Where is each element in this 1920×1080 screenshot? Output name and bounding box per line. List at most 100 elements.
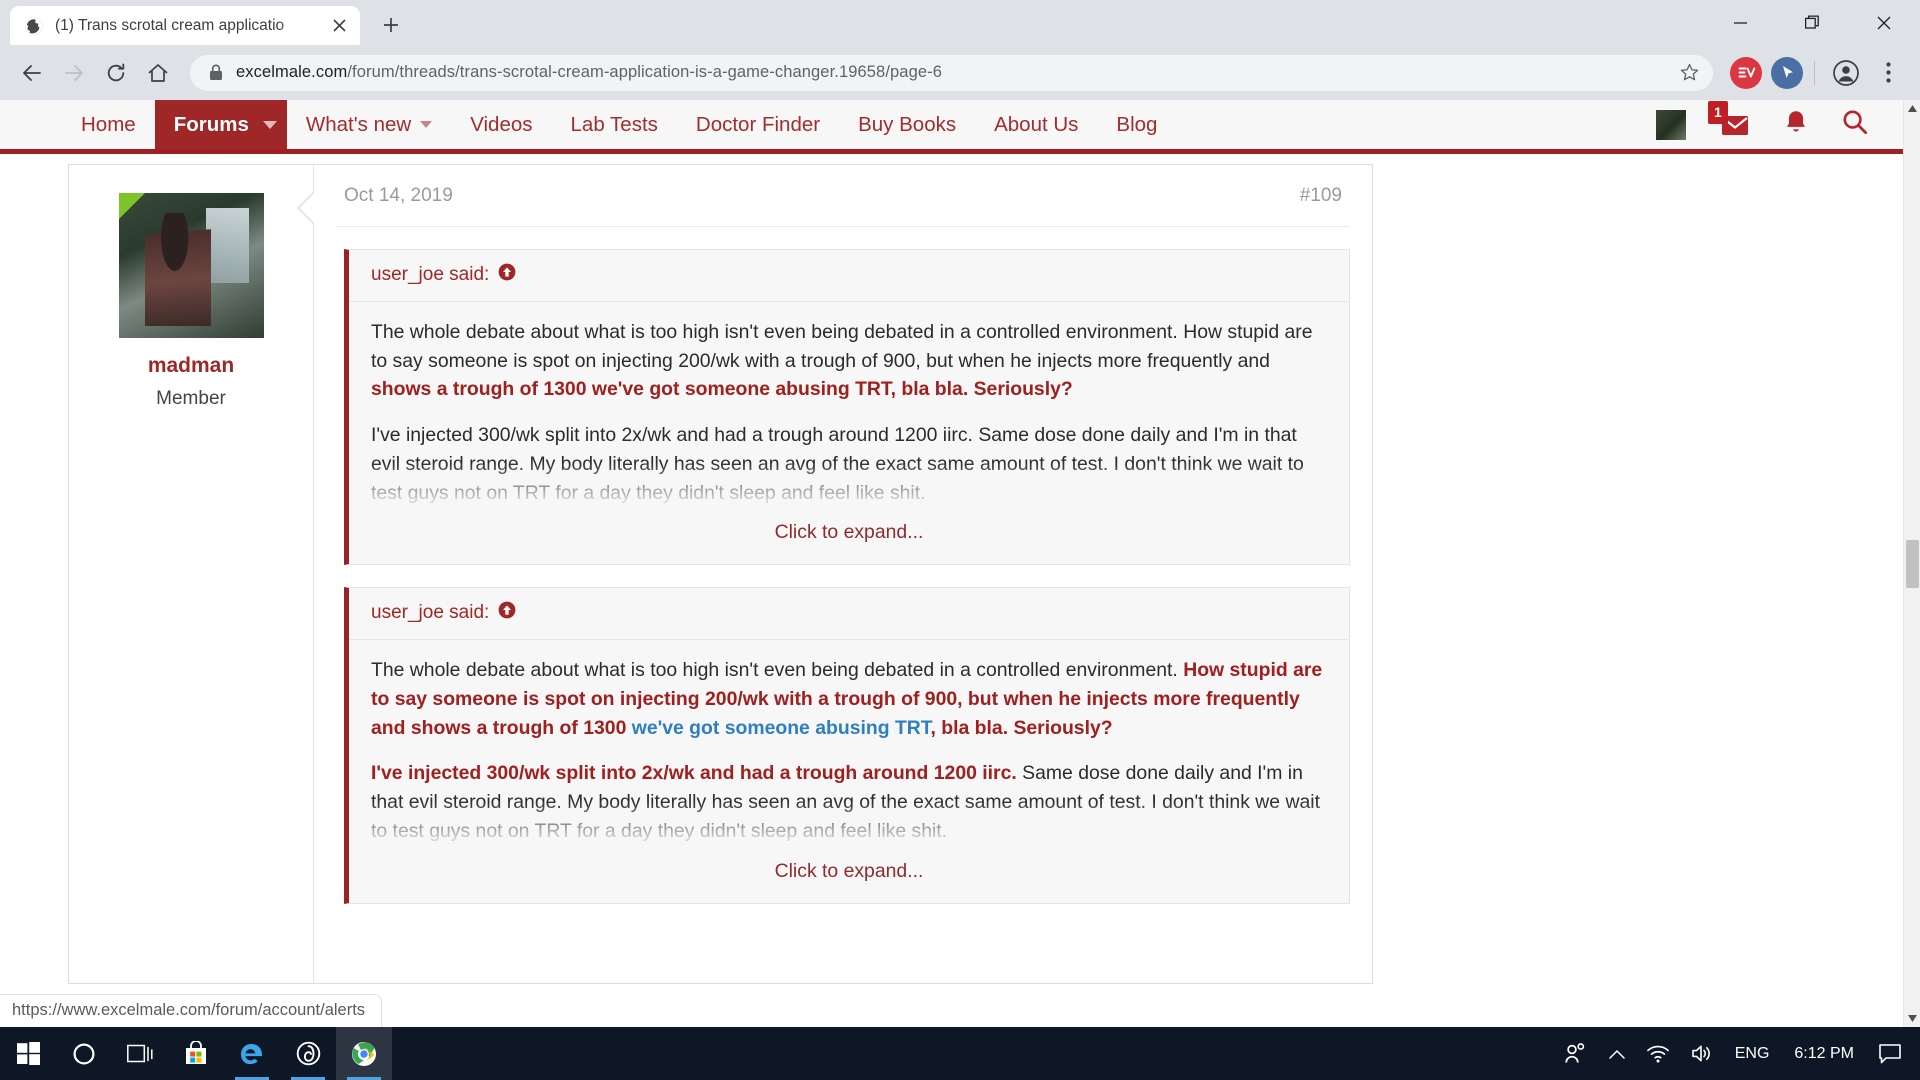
tab-title: (1) Trans scrotal cream applicatio	[55, 17, 326, 35]
cursor-extension-icon[interactable]	[1771, 57, 1803, 89]
user-avatar[interactable]	[1656, 110, 1686, 140]
windows-taskbar: ENG 6:12 PM	[0, 1027, 1920, 1080]
click-to-expand-link[interactable]: Click to expand...	[371, 850, 1327, 903]
start-button[interactable]	[0, 1027, 56, 1080]
quote-paragraph: I've injected 300/wk split into 2x/wk an…	[371, 759, 1327, 845]
quote-run-highlight: I've injected 300/wk split into 2x/wk an…	[371, 762, 1017, 784]
browser-toolbar: excelmale.com/forum/threads/trans-scrota…	[0, 45, 1920, 100]
nav-item-home[interactable]: Home	[62, 100, 155, 149]
bookmark-star-icon[interactable]	[1671, 55, 1707, 91]
address-bar-text: excelmale.com/forum/threads/trans-scrota…	[236, 63, 1671, 82]
tab-close-icon[interactable]	[326, 13, 352, 39]
arrow-up-circle-icon[interactable]	[498, 601, 516, 625]
action-center-icon[interactable]	[1868, 1027, 1912, 1080]
browser-window: (1) Trans scrotal cream applicatio	[0, 0, 1920, 1027]
bell-icon	[1784, 109, 1808, 136]
new-tab-button[interactable]	[374, 8, 408, 42]
nav-item-lab-tests[interactable]: Lab Tests	[552, 100, 677, 149]
quote-text: The whole debate about what is too high …	[349, 302, 1349, 564]
nav-item-about-us[interactable]: About Us	[975, 100, 1097, 149]
inbox-button[interactable]: 1	[1720, 113, 1750, 137]
scrollbar-thumb[interactable]	[1906, 540, 1919, 588]
wifi-icon[interactable]	[1636, 1027, 1680, 1080]
site-nav-right: 1	[1656, 100, 1920, 149]
address-bar[interactable]: excelmale.com/forum/threads/trans-scrota…	[190, 55, 1713, 91]
expressvpn-extension-icon[interactable]	[1730, 57, 1762, 89]
browser-tab[interactable]: (1) Trans scrotal cream applicatio	[10, 6, 360, 45]
avatar-subject	[145, 213, 212, 326]
window-controls	[1704, 0, 1920, 45]
site-navigation: Home Forums What's new Videos Lab Tests …	[0, 100, 1920, 154]
globe-icon	[24, 16, 44, 36]
nav-item-videos[interactable]: Videos	[451, 100, 551, 149]
quote-author-label: user_joe said:	[371, 264, 489, 286]
address-path: /forum/threads/trans-scrotal-cream-appli…	[347, 63, 942, 81]
scroll-down-arrow-icon[interactable]	[1904, 1010, 1920, 1027]
cortana-button[interactable]	[56, 1027, 112, 1080]
nav-item-doctor-finder[interactable]: Doctor Finder	[677, 100, 839, 149]
home-button[interactable]	[138, 53, 178, 93]
post-body-column: Oct 14, 2019 #109 user_joe said:	[314, 165, 1372, 904]
nav-label: Doctor Finder	[696, 113, 820, 137]
nav-label: About Us	[994, 113, 1078, 137]
nav-item-whats-new[interactable]: What's new	[287, 100, 451, 149]
post-container: madman Member Oct 14, 2019 #109 user_joe…	[68, 164, 1373, 984]
task-view-button[interactable]	[112, 1027, 168, 1080]
post-author-column: madman Member	[69, 165, 314, 983]
back-button[interactable]	[12, 53, 52, 93]
opera-button[interactable]	[280, 1027, 336, 1080]
speech-arrow-fill	[299, 192, 315, 224]
profile-avatar-button[interactable]	[1826, 53, 1866, 93]
arrow-up-circle-icon[interactable]	[498, 263, 516, 287]
address-domain: excelmale.com	[236, 63, 347, 81]
link-status-bar: https://www.excelmale.com/forum/account/…	[0, 994, 382, 1027]
lock-icon	[206, 64, 226, 81]
quote-run-highlight: , bla bla. Seriously?	[931, 717, 1113, 739]
minimize-button[interactable]	[1704, 0, 1776, 45]
alerts-button[interactable]	[1784, 109, 1808, 141]
thread-content: madman Member Oct 14, 2019 #109 user_joe…	[0, 154, 1920, 1027]
search-button[interactable]	[1842, 109, 1868, 140]
page-viewport: Home Forums What's new Videos Lab Tests …	[0, 100, 1920, 1027]
author-avatar[interactable]	[119, 193, 264, 338]
chevron-down-icon[interactable]	[263, 121, 277, 129]
people-icon[interactable]	[1553, 1027, 1598, 1080]
nav-label: Videos	[470, 113, 532, 137]
post-header: Oct 14, 2019 #109	[336, 165, 1350, 227]
post-number[interactable]: #109	[1300, 185, 1342, 207]
nav-item-forums[interactable]: Forums	[155, 100, 287, 149]
maximize-button[interactable]	[1776, 0, 1848, 45]
forward-button[interactable]	[54, 53, 94, 93]
taskbar-clock[interactable]: 6:12 PM	[1780, 1045, 1868, 1063]
language-indicator[interactable]: ENG	[1724, 1027, 1781, 1080]
post-date[interactable]: Oct 14, 2019	[344, 185, 453, 207]
nav-label: Lab Tests	[571, 113, 658, 137]
quote-paragraph: I've injected 300/wk split into 2x/wk an…	[371, 421, 1327, 507]
author-username[interactable]: madman	[69, 354, 313, 378]
quote-run-normal: I've injected 300/wk split into 2x/wk an…	[371, 424, 1304, 503]
chrome-button[interactable]	[336, 1027, 392, 1080]
quote-paragraph: The whole debate about what is too high …	[371, 656, 1327, 742]
nav-label: Home	[81, 113, 136, 137]
click-to-expand-link[interactable]: Click to expand...	[371, 511, 1327, 564]
nav-label: Buy Books	[858, 113, 956, 137]
reload-button[interactable]	[96, 53, 136, 93]
nav-item-blog[interactable]: Blog	[1097, 100, 1176, 149]
scroll-up-arrow-icon[interactable]	[1904, 100, 1920, 117]
quote-run-highlight: shows a trough of 1300 we've got someone…	[371, 378, 1073, 400]
chevron-down-icon[interactable]	[420, 121, 432, 128]
speaker-icon[interactable]	[1680, 1027, 1724, 1080]
page-scrollbar[interactable]	[1903, 100, 1920, 1027]
chrome-menu-button[interactable]	[1868, 53, 1908, 93]
chevron-up-icon[interactable]	[1598, 1027, 1636, 1080]
microsoft-store-button[interactable]	[168, 1027, 224, 1080]
quote-paragraph: The whole debate about what is too high …	[371, 318, 1327, 404]
nav-item-buy-books[interactable]: Buy Books	[839, 100, 975, 149]
edge-button[interactable]	[224, 1027, 280, 1080]
quote-attribution: user_joe said:	[349, 250, 1349, 302]
quote-run-normal: The whole debate about what is too high …	[371, 321, 1313, 372]
nav-label: What's new	[306, 113, 411, 137]
close-button[interactable]	[1848, 0, 1920, 45]
quote-run-link[interactable]: we've got someone abusing TRT	[632, 717, 931, 739]
toolbar-divider	[1814, 61, 1815, 85]
